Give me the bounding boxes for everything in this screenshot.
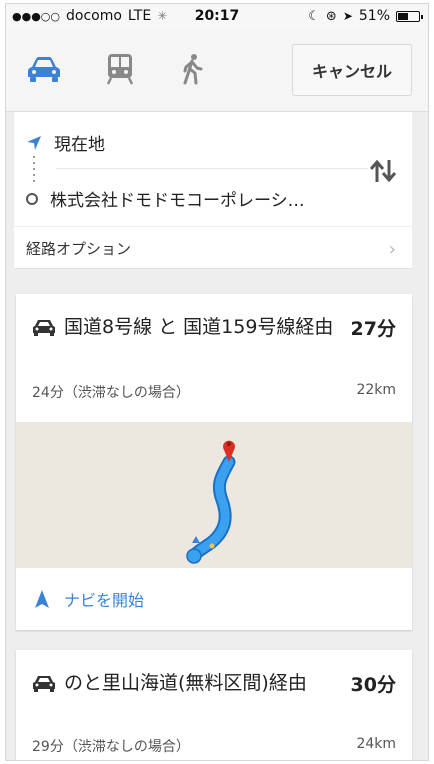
moon-icon: ☾ [308, 8, 320, 24]
train-icon [106, 54, 134, 85]
route-duration: 30分 [350, 674, 396, 696]
origin-label: 現在地 [54, 135, 105, 155]
route-details: 29分（渋滞なしの場合） 24km [32, 736, 396, 756]
route-map-preview[interactable] [16, 422, 412, 568]
route-card[interactable]: 国道8号線 と 国道159号線経由 27分 24分（渋滞なしの場合） 22km [16, 294, 412, 630]
origin-field[interactable]: 現在地 [26, 130, 362, 155]
destination-circle-icon [26, 192, 38, 205]
car-icon [33, 676, 55, 692]
battery-percent: 51% [358, 8, 390, 24]
traffic-dot [209, 543, 215, 549]
route-name: 国道8号線 と 国道159号線経由 [64, 316, 334, 338]
car-icon [33, 320, 55, 336]
mode-walking-button[interactable] [172, 52, 212, 86]
start-navigation-button[interactable]: ナビを開始 [16, 568, 412, 630]
field-divider [56, 168, 368, 169]
screenshot-frame: ●●●○○ docomo LTE ✳ 20:17 ☾ ⊛ ➤ 51% キャンセル… [0, 0, 434, 764]
cancel-button[interactable]: キャンセル [292, 44, 412, 96]
route-options-row[interactable]: 経路オプション › [14, 226, 412, 269]
rotation-lock-icon: ⊛ [325, 8, 337, 24]
travel-mode-bar: キャンセル [6, 30, 428, 112]
route-distance: 22km [356, 382, 396, 398]
chevron-right-icon: › [388, 239, 396, 260]
route-distance: 24km [356, 736, 396, 752]
swap-button[interactable] [368, 158, 398, 184]
route-card-header: のと里山海道(無料区間)経由 30分 [32, 670, 396, 697]
location-arrow-icon: ➤ [342, 9, 353, 23]
status-bar: ●●●○○ docomo LTE ✳ 20:17 ☾ ⊛ ➤ 51% [6, 4, 428, 30]
swap-arrows-icon [369, 159, 397, 183]
route-traffic-note: 29分（渋滞なしの場合） [32, 739, 190, 755]
start-navigation-label: ナビを開始 [64, 591, 145, 610]
mode-transit-button[interactable] [100, 52, 140, 86]
car-icon [28, 57, 60, 82]
battery-icon [396, 10, 423, 22]
route-card[interactable]: のと里山海道(無料区間)経由 30分 29分（渋滞なしの場合） 24km [16, 650, 412, 760]
route-connector-dots [33, 156, 35, 182]
status-right: ☾ ⊛ ➤ 51% [308, 8, 423, 24]
current-location-arrow-icon [27, 135, 41, 150]
navigation-arrow-icon [35, 590, 49, 608]
route-map-svg [186, 440, 236, 564]
route-input-panel: 現在地 株式会社ドモドモコーポレーシ… 経路オプション › [14, 112, 412, 269]
phone-screen: ●●●○○ docomo LTE ✳ 20:17 ☾ ⊛ ➤ 51% キャンセル… [6, 4, 428, 760]
route-details: 24分（渋滞なしの場合） 22km [32, 382, 396, 402]
start-point [186, 548, 202, 564]
destination-label: 株式会社ドモドモコーポレーシ… [50, 191, 305, 211]
route-traffic-note: 24分（渋滞なしの場合） [32, 385, 190, 401]
walking-icon [183, 54, 203, 85]
battery-fill [398, 12, 409, 20]
direction-arrow-icon [192, 536, 200, 543]
route-duration: 27分 [350, 318, 396, 340]
route-name: のと里山海道(無料区間)経由 [64, 672, 307, 694]
mode-driving-button[interactable] [24, 52, 64, 86]
destination-field[interactable]: 株式会社ドモドモコーポレーシ… [26, 186, 362, 211]
route-options-label: 経路オプション [26, 239, 132, 258]
route-card-header: 国道8号線 と 国道159号線経由 27分 [32, 314, 396, 341]
